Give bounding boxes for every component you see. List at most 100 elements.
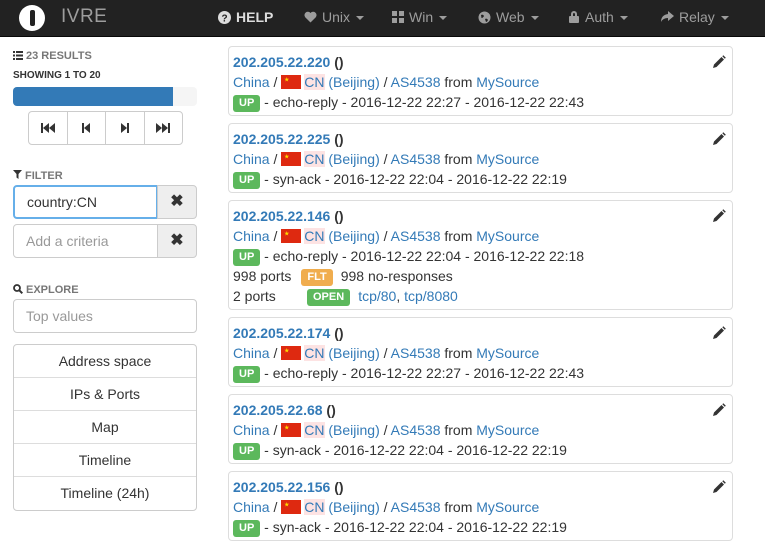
open-badge: OPEN — [307, 289, 351, 306]
country-link[interactable]: China — [233, 228, 270, 244]
clear-criteria-button[interactable]: ✖ — [157, 224, 197, 258]
port-link[interactable]: tcp/8080 — [404, 288, 458, 304]
last-page-icon — [156, 123, 171, 133]
host-hostname: () — [334, 131, 344, 147]
country-code-link[interactable]: CN — [304, 499, 325, 515]
add-criteria-group: ✖ — [13, 224, 197, 258]
state-up-badge: UP — [233, 520, 261, 537]
previous-page-icon — [82, 123, 91, 133]
china-flag-icon — [281, 423, 302, 437]
explore-map[interactable]: Map — [14, 411, 196, 444]
source-link[interactable]: MySource — [476, 151, 539, 167]
nav-unix-dropdown[interactable]: Unix — [304, 9, 365, 25]
source-link[interactable]: MySource — [476, 499, 539, 515]
host-state: UP - syn-ack - 2016-12-22 22:04 - 2016-1… — [233, 517, 567, 537]
search-icon — [13, 284, 24, 295]
filter-funnel-icon — [13, 170, 22, 179]
port-link[interactable]: tcp/80 — [358, 288, 396, 304]
city-link[interactable]: (Beijing) — [328, 499, 379, 515]
country-link[interactable]: China — [233, 422, 270, 438]
explore-timeline-24h[interactable]: Timeline (24h) — [14, 477, 196, 510]
edit-pencil-icon[interactable] — [712, 132, 726, 146]
ports-open-row: 2 ports OPEN tcp/80, tcp/8080 — [233, 286, 458, 306]
last-page-button[interactable] — [145, 112, 183, 144]
top-values-input[interactable] — [13, 299, 197, 333]
as-link[interactable]: AS4538 — [391, 151, 441, 167]
state-reason: - echo-reply - 2016-12-22 22:04 - 2016-1… — [264, 248, 585, 264]
explore-heading: EXPLORE — [13, 284, 79, 296]
from-text: from — [444, 151, 473, 167]
host-hostname: () — [334, 54, 344, 70]
host-ip-link[interactable]: 202.205.22.68 — [233, 402, 323, 418]
ports-filtered-row: 998 ports FLT 998 no-responses — [233, 266, 453, 286]
previous-page-button[interactable] — [68, 112, 106, 144]
source-link[interactable]: MySource — [476, 345, 539, 361]
as-link[interactable]: AS4538 — [391, 422, 441, 438]
country-link[interactable]: China — [233, 345, 270, 361]
explore-address-space[interactable]: Address space — [14, 345, 196, 378]
host-ip-link[interactable]: 202.205.22.174 — [233, 325, 330, 341]
sidebar: 23 RESULTS SHOWING 1 TO 20 FILTER ✖ ✖ EX… — [0, 37, 210, 543]
host-ip-link[interactable]: 202.205.22.220 — [233, 54, 330, 70]
state-reason: - syn-ack - 2016-12-22 22:04 - 2016-12-2… — [264, 442, 567, 458]
nav-win-dropdown[interactable]: Win — [392, 9, 448, 25]
first-page-button[interactable] — [29, 112, 68, 144]
nav-web-dropdown[interactable]: Web — [478, 9, 539, 25]
host-location: China / CN (Beijing) / AS4538 from MySou… — [233, 345, 540, 361]
state-up-badge: UP — [233, 366, 261, 383]
country-code-link[interactable]: CN — [304, 345, 325, 361]
city-link[interactable]: (Beijing) — [328, 151, 379, 167]
source-link[interactable]: MySource — [476, 228, 539, 244]
city-link[interactable]: (Beijing) — [328, 74, 379, 90]
city-link[interactable]: (Beijing) — [328, 228, 379, 244]
filter-criteria-input[interactable] — [13, 185, 158, 219]
brand-name[interactable]: IVRE — [61, 6, 107, 28]
nav-help[interactable]: ? HELP — [218, 9, 273, 25]
filter-heading-label: FILTER — [25, 170, 63, 182]
nav-auth-dropdown[interactable]: Auth — [569, 9, 628, 25]
country-code-link[interactable]: CN — [304, 151, 325, 167]
china-flag-icon — [281, 500, 302, 514]
nav-relay-dropdown[interactable]: Relay — [660, 9, 729, 25]
host-result-card: 202.205.22.220 () China / CN (Beijing) / … — [228, 46, 733, 116]
country-code-link[interactable]: CN — [304, 422, 325, 438]
host-result-card: 202.205.22.68 () China / CN (Beijing) / A… — [228, 394, 733, 464]
edit-pencil-icon[interactable] — [712, 326, 726, 340]
edit-pencil-icon[interactable] — [712, 480, 726, 494]
as-link[interactable]: AS4538 — [391, 228, 441, 244]
city-link[interactable]: (Beijing) — [328, 422, 379, 438]
country-code-link[interactable]: CN — [304, 228, 325, 244]
host-location: China / CN (Beijing) / AS4538 from MySou… — [233, 228, 540, 244]
source-link[interactable]: MySource — [476, 422, 539, 438]
host-ip-link[interactable]: 202.205.22.146 — [233, 208, 330, 224]
host-state: UP - syn-ack - 2016-12-22 22:04 - 2016-1… — [233, 169, 567, 189]
as-link[interactable]: AS4538 — [391, 74, 441, 90]
add-criteria-input[interactable] — [13, 224, 158, 258]
ivre-logo-icon[interactable] — [19, 5, 45, 31]
country-link[interactable]: China — [233, 151, 270, 167]
explore-heading-label: EXPLORE — [26, 284, 79, 296]
country-code-link[interactable]: CN — [304, 74, 325, 90]
as-link[interactable]: AS4538 — [391, 499, 441, 515]
explore-ips-ports[interactable]: IPs & Ports — [14, 378, 196, 411]
showing-range: SHOWING 1 TO 20 — [13, 70, 101, 81]
country-link[interactable]: China — [233, 74, 270, 90]
edit-pencil-icon[interactable] — [712, 403, 726, 417]
city-link[interactable]: (Beijing) — [328, 345, 379, 361]
results-count: 23 RESULTS — [13, 50, 92, 62]
nav-web-label: Web — [496, 9, 525, 25]
remove-criteria-button[interactable]: ✖ — [157, 185, 197, 219]
edit-pencil-icon[interactable] — [712, 209, 726, 223]
host-ip-link[interactable]: 202.205.22.225 — [233, 131, 330, 147]
next-page-button[interactable] — [106, 112, 145, 144]
edit-pencil-icon[interactable] — [712, 55, 726, 69]
ports-count: 2 ports — [233, 288, 276, 304]
host-result-card: 202.205.22.156 () China / CN (Beijing) / … — [228, 471, 733, 541]
as-link[interactable]: AS4538 — [391, 345, 441, 361]
from-text: from — [444, 422, 473, 438]
source-link[interactable]: MySource — [476, 74, 539, 90]
host-hostname: () — [334, 208, 344, 224]
country-link[interactable]: China — [233, 499, 270, 515]
explore-timeline[interactable]: Timeline — [14, 444, 196, 477]
host-ip-link[interactable]: 202.205.22.156 — [233, 479, 330, 495]
